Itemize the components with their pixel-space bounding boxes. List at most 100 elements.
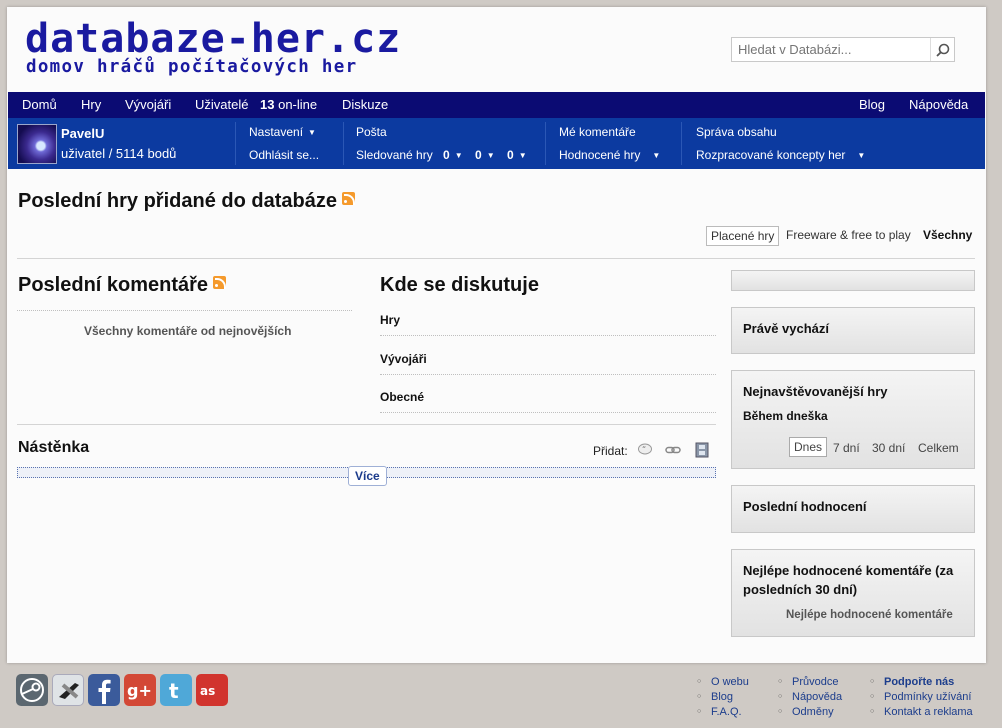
caret-down-icon: ▼ [652, 151, 661, 160]
divider [380, 412, 716, 413]
settings-menu[interactable]: Nastavení ▼ [249, 125, 316, 139]
sidebar-empty-box [731, 270, 975, 291]
divider [343, 122, 344, 165]
user-bar: PavelU uživatel / 5114 bodů Nastavení ▼ O… [8, 118, 985, 169]
nav-home[interactable]: Domů [22, 97, 57, 112]
search-input[interactable] [732, 38, 928, 61]
xfire-icon[interactable] [52, 674, 84, 706]
discussion-item-games[interactable]: Hry [380, 313, 400, 327]
period-total[interactable]: Celkem [918, 441, 959, 455]
nav-users[interactable]: Uživatelé [195, 97, 248, 112]
add-label: Přidat: [593, 444, 628, 458]
count-value: 0 [475, 148, 482, 162]
more-button[interactable]: Více [348, 466, 387, 486]
online-count: 13 [260, 97, 275, 112]
video-icon[interactable] [695, 442, 711, 458]
divider [17, 258, 975, 259]
latest-ratings-box: Poslední hodnocení [731, 485, 975, 533]
period-30-days[interactable]: 30 dní [872, 441, 905, 455]
divider [380, 374, 716, 375]
svg-text:as: as [200, 684, 215, 698]
logout-link[interactable]: Odhlásit se... [249, 148, 319, 162]
rated-games-label: Hodnocené hry [559, 148, 641, 162]
footer-link-rewards[interactable]: Odměny [778, 706, 833, 718]
footer-link-faq[interactable]: F.A.Q. [697, 706, 741, 718]
best-comments-link[interactable]: Nejlépe hodnocené komentáře [786, 609, 953, 621]
search-icon[interactable] [930, 38, 954, 61]
best-comments-box: Nejlépe hodnocené komentáře (za poslední… [731, 549, 975, 637]
followed-count-2[interactable]: 0 ▼ [475, 148, 495, 162]
most-visited-box: Nejnavštěvovanější hry Během dneška Dnes… [731, 370, 975, 469]
most-visited-title: Nejnavštěvovanější hry [743, 384, 888, 399]
footer-link-blog[interactable]: Blog [697, 691, 733, 703]
my-comments-link[interactable]: Mé komentáře [559, 125, 636, 139]
latest-games-title-text: Poslední hry přidané do databáze [18, 190, 337, 212]
rated-games-menu[interactable]: Hodnocené hry ▼ [559, 148, 660, 162]
lastfm-icon[interactable]: as [196, 674, 228, 706]
caret-down-icon: ▼ [857, 151, 866, 160]
divider [681, 122, 682, 165]
google-plus-icon[interactable]: g+ [124, 674, 156, 706]
latest-comments-title-text: Poslední komentáře [18, 274, 209, 296]
today-subtitle: Během dneška [743, 409, 828, 423]
wall-title: Nástěnka [18, 439, 90, 456]
divider [235, 122, 236, 165]
settings-label: Nastavení [249, 125, 304, 139]
now-releasing-box: Právě vychází [731, 307, 975, 354]
caret-down-icon: ▼ [454, 151, 463, 160]
footer-link-terms[interactable]: Podmínky užívání [870, 691, 972, 703]
followed-count-3[interactable]: 0 ▼ [507, 148, 527, 162]
site-logo-subtitle: domov hráčů počítačových her [26, 57, 358, 77]
rss-icon[interactable] [341, 192, 355, 205]
nav-developers[interactable]: Vývojáři [125, 97, 171, 112]
footer-link-support[interactable]: Podpořte nás [870, 676, 954, 688]
nav-blog[interactable]: Blog [859, 97, 885, 112]
divider [17, 310, 352, 311]
caret-down-icon: ▼ [308, 128, 316, 137]
followed-games-link[interactable]: Sledované hry [356, 148, 433, 162]
followed-count-1[interactable]: 0 ▼ [443, 148, 463, 162]
latest-games-title: Poslední hry přidané do databáze [18, 190, 355, 213]
period-today[interactable]: Dnes [789, 437, 828, 457]
footer-link-about[interactable]: O webu [697, 676, 749, 688]
footer-link-contact[interactable]: Kontakt a reklama [870, 706, 973, 718]
rss-icon[interactable] [213, 276, 227, 289]
drafts-menu[interactable]: Rozpracované koncepty her ▼ [696, 148, 865, 162]
count-value: 0 [507, 148, 514, 162]
footer-link-guide[interactable]: Průvodce [778, 676, 839, 688]
twitter-icon[interactable]: t [160, 674, 192, 706]
username[interactable]: PavelU [61, 126, 104, 141]
site-header: databaze-her.cz domov hráčů počítačových… [7, 7, 986, 91]
divider [545, 122, 546, 165]
all-comments-link[interactable]: Všechny komentáře od nejnovějších [84, 324, 291, 338]
nav-help[interactable]: Nápověda [909, 97, 968, 112]
avatar[interactable] [17, 124, 57, 164]
latest-ratings-title: Poslední hodnocení [743, 499, 867, 514]
latest-comments-title: Poslední komentáře [18, 274, 227, 297]
mail-link[interactable]: Pošta [356, 125, 387, 139]
facebook-icon[interactable] [88, 674, 120, 706]
nav-games[interactable]: Hry [81, 97, 101, 112]
now-releasing-title: Právě vychází [743, 321, 830, 336]
count-value: 0 [443, 148, 450, 162]
steam-icon[interactable] [16, 674, 48, 706]
filter-all[interactable]: Všechny [923, 228, 972, 242]
link-icon[interactable] [665, 443, 681, 457]
caret-down-icon: ▼ [486, 151, 495, 160]
online-label: on-line [278, 97, 318, 112]
drafts-label: Rozpracované koncepty her [696, 148, 846, 162]
svg-text:“: “ [642, 445, 646, 454]
content-admin-link[interactable]: Správa obsahu [696, 125, 777, 139]
period-7-days[interactable]: 7 dní [833, 441, 860, 455]
filter-paid[interactable]: Placené hry [706, 226, 780, 246]
divider [380, 335, 716, 336]
quote-icon[interactable]: “ [637, 443, 653, 457]
site-logo-title[interactable]: databaze-her.cz [25, 17, 401, 61]
nav-online[interactable]: 13 on-line [260, 97, 317, 112]
filter-freeware[interactable]: Freeware & free to play [786, 228, 911, 242]
discussion-item-general[interactable]: Obecné [380, 390, 424, 404]
user-rank: uživatel / 5114 bodů [61, 146, 177, 161]
discussion-item-developers[interactable]: Vývojáři [380, 352, 427, 366]
nav-discussion[interactable]: Diskuze [342, 97, 388, 112]
footer-link-help[interactable]: Nápověda [778, 691, 842, 703]
